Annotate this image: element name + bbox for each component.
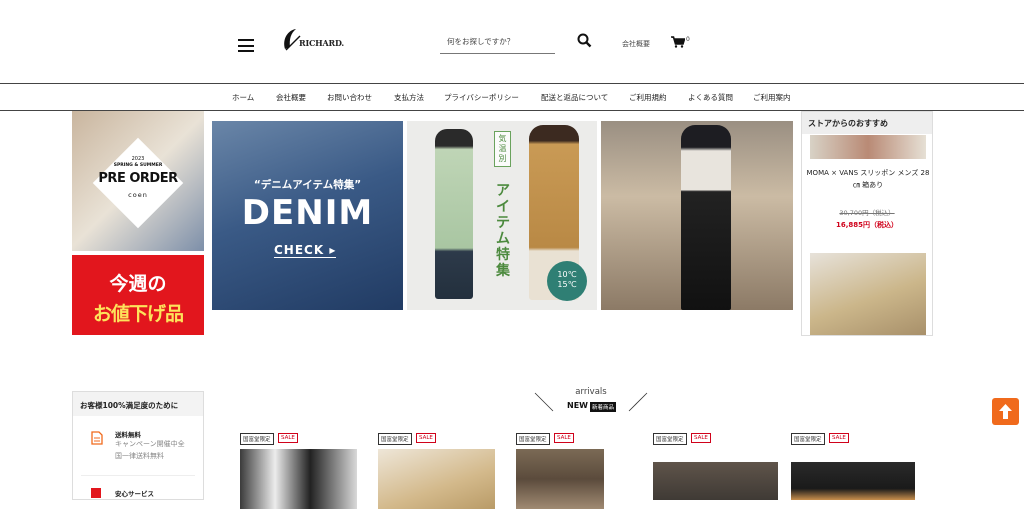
menu-icon[interactable] [238,39,254,52]
preorder-year: 2023 [131,156,145,162]
search-icon[interactable] [577,33,592,48]
product-image[interactable] [240,449,357,509]
recommend-price: 16,885円（税込） [835,221,898,229]
shop-photo-banner[interactable] [601,121,793,310]
denim-title: DENIM [241,193,374,233]
recommend-product-image-2[interactable] [810,253,926,335]
arrow-up-icon [999,404,1012,419]
weekly-sale-banner[interactable]: 今週の お値下げ品 [72,255,204,335]
sale-tag: SALE [554,433,574,443]
nav-terms[interactable]: ご利用規約 [629,92,667,103]
badge-line1: 10℃ [557,270,577,279]
nav-guide[interactable]: ご利用案内 [753,92,791,103]
limited-tag: 国富堂限定 [653,433,687,445]
temperature-title: アイテム特集 [496,183,510,279]
info-item-desc: キャンペーン開催中全 [115,440,185,448]
product-image[interactable] [378,449,495,509]
nav-home[interactable]: ホーム [232,92,254,103]
product-card[interactable]: 国富堂限定 SALE [791,433,916,500]
nav-faq[interactable]: よくある質問 [688,92,733,103]
recommend-product-image[interactable] [810,135,926,159]
info-item-desc: 国一律送料無料 [115,452,164,460]
sale-tag: SALE [691,433,711,443]
nav-payment[interactable]: 支払方法 [394,92,424,103]
denim-banner[interactable]: “デニムアイテム特集” DENIM CHECK ▸ [212,121,403,310]
company-link[interactable]: 会社概要 [622,39,650,49]
sale-tag: SALE [829,433,849,443]
site-header: RICHARD. 何をお探しですか？ 会社概要 0 [0,0,1024,84]
sale-tag: SALE [416,433,436,443]
temperature-badge: 10℃ 15℃ [547,261,587,301]
cart-icon[interactable] [671,33,686,48]
limited-tag: 国富堂限定 [791,433,825,445]
main-nav: ホーム 会社概要 お問い合わせ 支払方法 プライバシーポリシー 配送と返品につい… [0,85,1024,111]
preorder-season: SPRING & SUMMER [113,163,163,168]
denim-check-link: CHECK ▸ [274,243,337,258]
site-logo[interactable]: RICHARD. [282,27,352,57]
sale-tag: SALE [278,433,298,443]
recommend-title: ストアからのおすすめ [802,112,932,134]
product-image[interactable] [791,462,915,500]
weekly-sale-line2: お値下げ品 [92,303,184,325]
product-card[interactable]: 国富堂限定 SALE [378,433,503,509]
nav-privacy[interactable]: プライバシーポリシー [444,92,519,103]
recommend-product-name[interactable]: MOMA × VANS スリッポン メンズ 28㎝ 箱あり [806,167,930,191]
product-image[interactable] [516,449,604,509]
arrivals-badge: 新着商品 [590,402,617,412]
info-item-title: 安心サービス [115,490,154,498]
product-card[interactable]: 国富堂限定 SALE [653,433,778,500]
weekly-sale-line1: 今週の [109,273,167,295]
nav-shipping[interactable]: 配送と返品について [541,92,608,103]
preorder-brand: coen [128,191,148,199]
denim-subtitle: “デニムアイテム特集” [253,179,362,191]
divider [81,475,195,476]
temperature-label: 気温別 [494,131,511,167]
product-card[interactable]: 国富堂限定 SALE [240,433,365,509]
limited-tag: 国富堂限定 [516,433,550,445]
product-card[interactable]: 国富堂限定 SALE [516,433,641,509]
search-input[interactable]: 何をお探しですか？ [440,32,555,54]
scroll-top-button[interactable] [992,398,1019,425]
store-recommend-panel: ストアからのおすすめ MOMA × VANS スリッポン メンズ 28㎝ 箱あり… [801,111,933,336]
model-image-shop [681,125,731,310]
nav-contact[interactable]: お問い合わせ [327,92,372,103]
nav-company[interactable]: 会社概要 [276,92,306,103]
brand-name: RICHARD. [299,38,345,48]
shield-icon [91,488,101,498]
document-icon [91,430,103,445]
preorder-title: PRE ORDER [98,171,178,186]
limited-tag: 国富堂限定 [240,433,274,445]
product-image[interactable] [653,462,778,500]
model-image-woman [435,129,473,299]
limited-tag: 国富堂限定 [378,433,412,445]
recommend-old-price: 30,700円（税込） [839,209,895,217]
arrivals-subtitle: arrivals [575,387,607,397]
preorder-banner[interactable]: 2023 SPRING & SUMMER PRE ORDER coen [72,111,204,251]
temperature-banner[interactable]: 気温別 アイテム特集 10℃ 15℃ [407,121,597,310]
satisfaction-box: お客様100%満足度のために 送料無料 キャンペーン開催中全 国一律送料無料 安… [72,391,204,500]
cart-count: 0 [686,36,690,43]
badge-line2: 15℃ [557,280,577,289]
arrivals-title: NEW [567,401,588,410]
